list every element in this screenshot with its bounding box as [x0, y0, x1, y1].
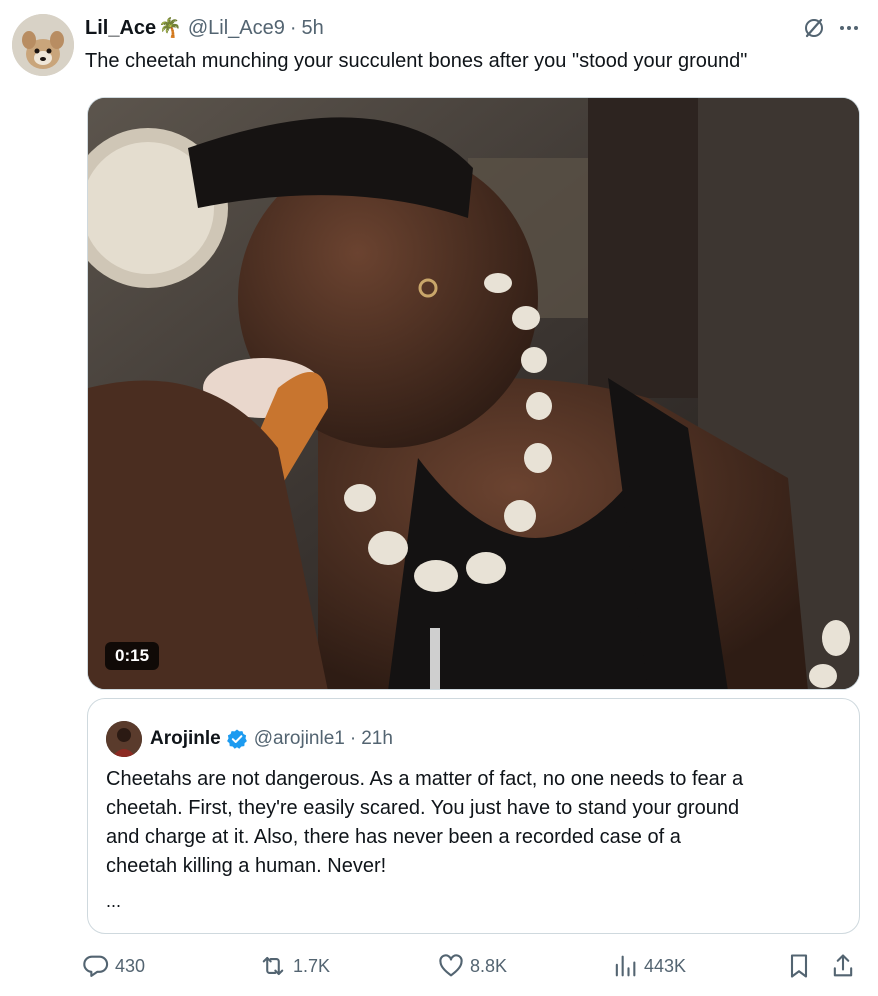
share-icon	[833, 954, 853, 977]
avatar-image	[12, 14, 74, 76]
quoted-ellipsis: ...	[106, 891, 122, 911]
palm-tree-emoji: 🌴	[158, 18, 182, 39]
tweet-time[interactable]: 5h	[302, 17, 324, 40]
quoted-text: Cheetahs are not dangerous. As a matter …	[106, 768, 744, 877]
video-thumbnail	[88, 98, 859, 689]
repost-count: 1.7K	[293, 955, 331, 976]
verified-badge-icon	[226, 728, 248, 750]
tweet-header: Lil_Ace 🌴 @Lil_Ace9 · 5h	[85, 14, 860, 42]
separator-dot: ·	[349, 728, 357, 749]
header-actions	[802, 16, 860, 40]
video-player[interactable]: 0:15	[87, 97, 860, 690]
quoted-avatar[interactable]	[106, 721, 142, 757]
like-count: 8.8K	[470, 955, 508, 976]
reply-count: 430	[115, 955, 146, 976]
quoted-time[interactable]: 21h	[361, 728, 393, 750]
author-display-name[interactable]: Lil_Ace	[85, 17, 156, 40]
author-avatar[interactable]	[12, 14, 74, 76]
reply-button[interactable]: 430	[82, 952, 145, 980]
quoted-display-name[interactable]: Arojinle	[150, 728, 221, 750]
tweet-text: The cheetah munching your succulent bone…	[85, 50, 748, 72]
views-count: 443K	[644, 955, 687, 976]
bookmark-button[interactable]	[786, 952, 817, 980]
separator-dot: ·	[289, 16, 297, 39]
action-bar: 430 1.7K 8.8K 443K	[82, 952, 862, 984]
more-icon[interactable]	[838, 17, 860, 39]
quoted-tweet[interactable]: Arojinle @arojinle1 · 21h Cheetahs are n…	[87, 698, 860, 934]
repost-icon	[262, 956, 284, 976]
share-button[interactable]	[830, 952, 861, 980]
author-handle[interactable]: @Lil_Ace9	[188, 17, 285, 40]
views-icon	[615, 955, 636, 977]
video-duration-badge: 0:15	[105, 642, 160, 670]
reply-icon	[83, 955, 109, 977]
views-button[interactable]: 443K	[611, 952, 686, 980]
quoted-header: Arojinle @arojinle1 · 21h	[106, 721, 393, 757]
like-icon	[439, 954, 463, 977]
repost-button[interactable]: 1.7K	[258, 952, 330, 980]
bookmark-icon	[790, 954, 808, 978]
like-button[interactable]: 8.8K	[437, 952, 507, 980]
grok-icon[interactable]	[802, 16, 826, 40]
quoted-handle[interactable]: @arojinle1	[254, 728, 345, 750]
